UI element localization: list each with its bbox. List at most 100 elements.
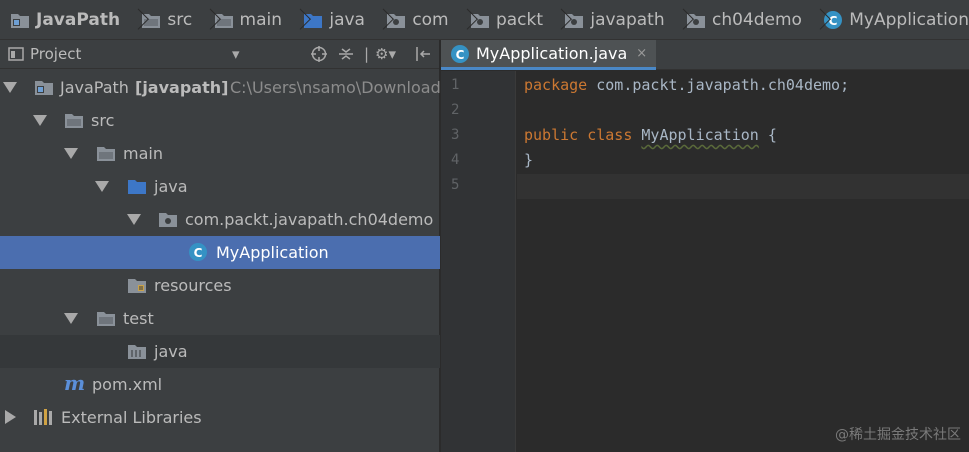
tree-item-myapplication[interactable]: C MyApplication <box>0 236 440 269</box>
breadcrumb-separator <box>457 0 460 39</box>
tree-item-pom[interactable]: m pom.xml <box>0 368 440 401</box>
expand-arrow-icon[interactable] <box>3 82 17 93</box>
java-class-icon: C <box>450 44 470 64</box>
tree-item-external-libraries[interactable]: External Libraries <box>0 401 440 434</box>
breadcrumb-packt[interactable]: packt <box>470 0 544 39</box>
close-icon[interactable]: × <box>636 46 647 61</box>
tree-label: src <box>91 111 115 130</box>
line-number: 2 <box>451 102 460 118</box>
svg-text:C: C <box>194 246 203 260</box>
test-folder-icon <box>127 341 147 361</box>
svg-text:C: C <box>456 48 465 62</box>
project-module-icon <box>34 77 54 97</box>
java-class-icon: C <box>188 242 208 262</box>
tree-label: java <box>154 177 188 196</box>
tree-item-resources[interactable]: resources <box>0 269 440 302</box>
line-number: 1 <box>451 77 460 93</box>
breadcrumb-label: java <box>329 9 365 30</box>
editor-area: C MyApplication.java × 1 2 3 4 5 package… <box>441 40 969 452</box>
tree-item-javapath[interactable]: JavaPath [javapath] C:\Users\nsamo\Downl… <box>0 71 440 104</box>
tab-label: MyApplication.java <box>476 44 628 63</box>
expand-arrow-icon[interactable] <box>95 181 109 192</box>
breadcrumb-label: javapath <box>590 9 665 30</box>
tree-label: JavaPath <box>60 78 129 97</box>
breadcrumb-java[interactable]: java <box>303 0 365 39</box>
editor-tab-bar: C MyApplication.java × <box>441 40 969 70</box>
folder-icon <box>96 143 116 163</box>
tree-item-test[interactable]: test <box>0 302 440 335</box>
breadcrumb-label: packt <box>495 9 544 30</box>
locate-icon[interactable] <box>310 45 328 67</box>
module-badge: [javapath] <box>135 78 229 97</box>
breadcrumb-src[interactable]: src <box>141 0 193 39</box>
keyword: public class <box>524 126 633 144</box>
tree-item-java-test[interactable]: java <box>0 335 440 368</box>
tree-item-main[interactable]: main <box>0 137 440 170</box>
navigation-bar: JavaPath src main java com packt javapat… <box>0 0 969 40</box>
breadcrumb-separator <box>200 0 203 39</box>
tree-label: java <box>154 342 188 361</box>
project-folder-icon <box>10 11 30 29</box>
code-line-3: public class MyApplication { <box>524 126 777 144</box>
expand-arrow-icon[interactable] <box>127 214 141 225</box>
project-panel-title: Project <box>30 45 82 63</box>
libraries-icon <box>33 407 55 427</box>
breadcrumb-javapath-package[interactable]: javapath <box>564 0 665 39</box>
breadcrumb-label: JavaPath <box>36 9 121 30</box>
code-area[interactable]: package com.packt.javapath.ch04demo; pub… <box>517 71 969 452</box>
code-line-4: } <box>524 151 533 169</box>
source-folder-icon <box>127 176 147 196</box>
folder-icon <box>96 308 116 328</box>
code-text: com.packt.javapath.ch04demo; <box>587 76 850 94</box>
breadcrumb-label: main <box>239 9 283 30</box>
breadcrumb-label: ch04demo <box>711 9 802 30</box>
tree-label: External Libraries <box>61 408 202 427</box>
line-number: 4 <box>451 152 460 168</box>
project-panel: Project ▾ | ⚙▾ JavaPath [javapath] C:\Us… <box>0 40 440 452</box>
breadcrumb-label: com <box>412 9 449 30</box>
package-icon <box>158 209 178 229</box>
tree-label: MyApplication <box>216 243 329 262</box>
line-number: 3 <box>451 127 460 143</box>
breadcrumb-main[interactable]: main <box>214 0 283 39</box>
code-text: { <box>758 126 777 144</box>
breadcrumb-label: MyApplication <box>849 9 969 30</box>
class-name: MyApplication <box>641 126 759 144</box>
breadcrumb-com[interactable]: com <box>386 0 449 39</box>
collapse-all-icon[interactable] <box>337 45 355 67</box>
line-number: 5 <box>451 177 460 193</box>
tree-item-package[interactable]: com.packt.javapath.ch04demo <box>0 203 440 236</box>
tree-label: com.packt.javapath.ch04demo <box>185 210 434 229</box>
breadcrumb-separator <box>551 0 554 39</box>
expand-arrow-icon[interactable] <box>64 148 78 159</box>
folder-icon <box>64 110 84 130</box>
line-number-gutter: 1 2 3 4 5 <box>441 71 516 452</box>
project-panel-header: Project ▾ | ⚙▾ <box>0 40 439 69</box>
tree-item-java-main[interactable]: java <box>0 170 440 203</box>
project-view-selector[interactable]: Project <box>8 45 81 63</box>
keyword: package <box>524 76 588 94</box>
chevron-down-icon[interactable]: ▾ <box>232 45 240 63</box>
breadcrumb-separator <box>673 0 676 39</box>
hide-panel-icon[interactable] <box>414 45 432 67</box>
tree-item-src[interactable]: src <box>0 104 440 137</box>
code-line-1: package com.packt.javapath.ch04demo; <box>524 76 849 94</box>
project-view-icon <box>8 46 24 62</box>
breadcrumb-javapath[interactable]: JavaPath <box>10 0 121 39</box>
expand-arrow-icon[interactable] <box>33 115 47 126</box>
svg-text:m: m <box>64 373 85 395</box>
expand-arrow-icon[interactable] <box>5 410 16 424</box>
breadcrumb-separator <box>373 0 376 39</box>
divider-icon: | <box>364 45 370 63</box>
maven-icon: m <box>64 373 86 395</box>
breadcrumb-ch04demo[interactable]: ch04demo <box>686 0 802 39</box>
breadcrumb-separator <box>810 0 813 39</box>
resources-folder-icon <box>127 275 147 295</box>
svg-text:C: C <box>829 14 838 28</box>
breadcrumb-separator <box>290 0 293 39</box>
expand-arrow-icon[interactable] <box>64 313 78 324</box>
breadcrumb-label: src <box>167 9 193 30</box>
breadcrumb-myapplication[interactable]: C MyApplication <box>823 0 969 39</box>
gear-icon[interactable]: ⚙▾ <box>375 45 396 63</box>
editor-tab-myapplication[interactable]: C MyApplication.java × <box>441 40 656 70</box>
